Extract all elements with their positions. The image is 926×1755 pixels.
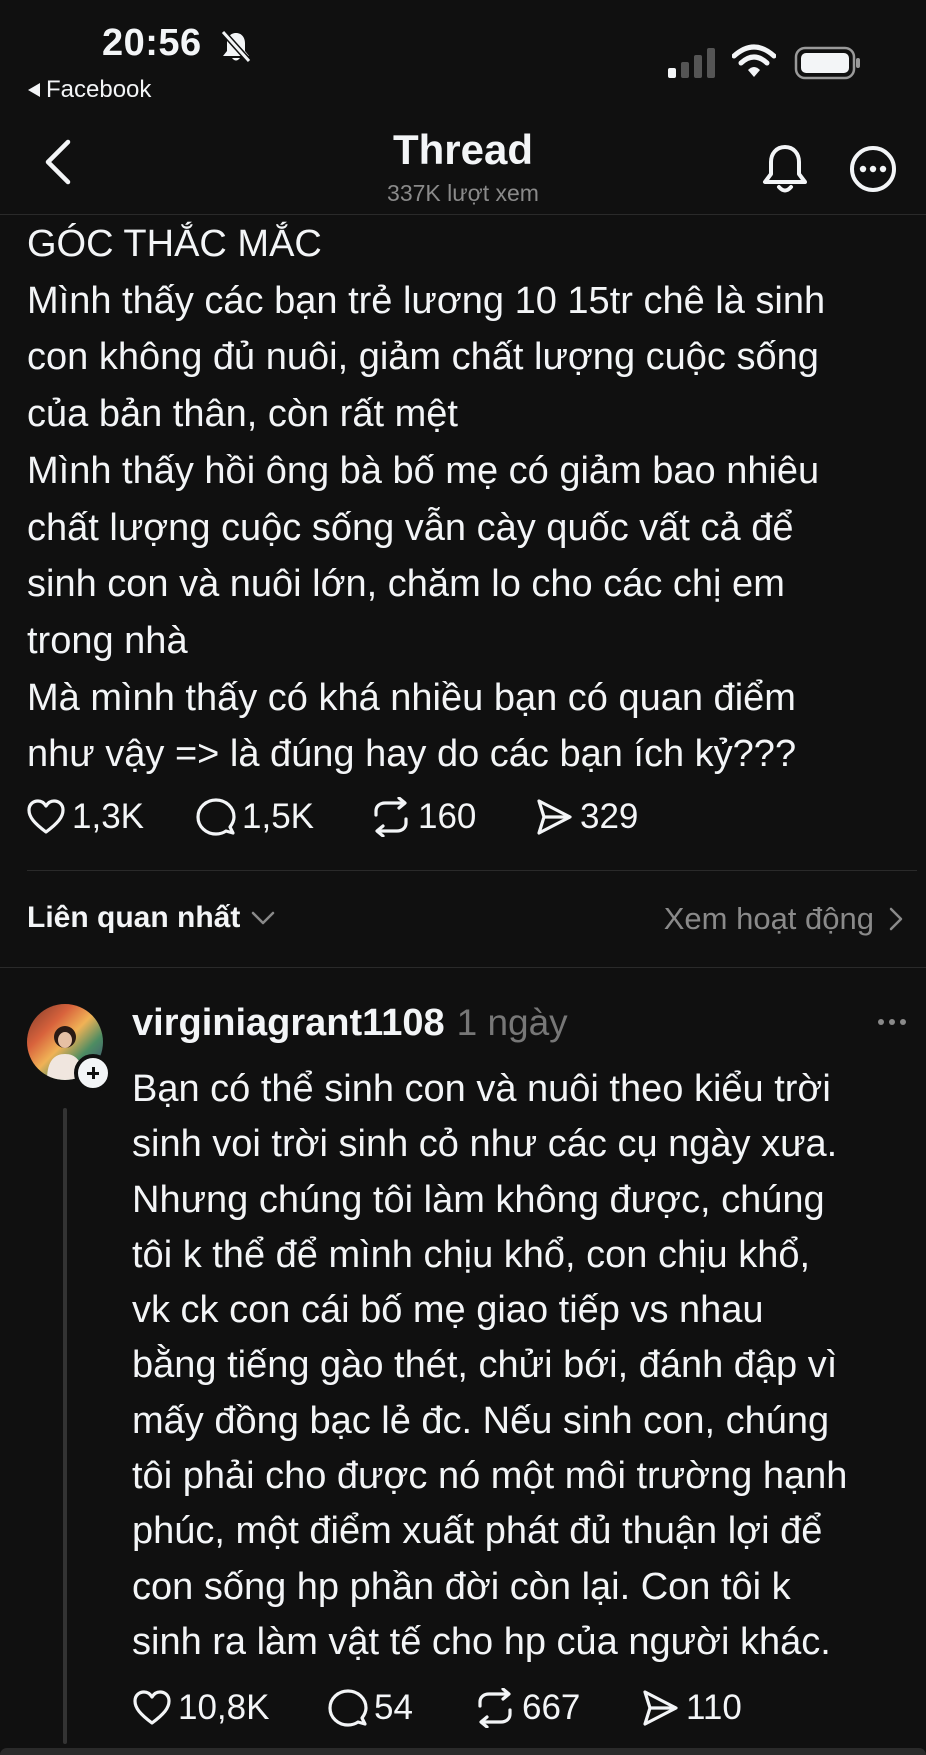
thread-header: Thread 337K lượt xem bbox=[0, 110, 926, 215]
reply-text-line: mấy đồng bạc lẻ đc. Nếu sinh con, chúng bbox=[132, 1399, 830, 1442]
reply-text-line: Nhưng chúng tôi làm không được, chúng bbox=[132, 1178, 825, 1221]
repost-icon bbox=[478, 1688, 512, 1728]
bell-icon[interactable] bbox=[760, 142, 810, 196]
reply-text-line: bằng tiếng gào thét, chửi bới, đánh đập … bbox=[132, 1344, 838, 1387]
comment-button[interactable]: 1,5K bbox=[196, 797, 370, 837]
more-icon[interactable] bbox=[848, 144, 898, 194]
post-text-line: Mình thấy các bạn trẻ lương 10 15tr chê … bbox=[27, 279, 826, 322]
wifi-icon bbox=[732, 44, 776, 77]
reply-actions: 10,8K 54 667 110 bbox=[132, 1688, 742, 1728]
thread-line bbox=[63, 1108, 67, 1744]
status-time: 20:56 bbox=[102, 22, 202, 64]
like-button[interactable]: 1,3K bbox=[26, 797, 196, 837]
post-text-line: sinh con và nuôi lớn, chăm lo cho các ch… bbox=[27, 563, 785, 606]
reply-text-line: Bạn có thể sinh con và nuôi theo kiểu tr… bbox=[132, 1068, 831, 1110]
send-icon bbox=[537, 799, 572, 835]
post-body: GÓC THẮC MẮC Mình thấy các bạn trẻ lương… bbox=[27, 216, 907, 783]
post-text-line: trong nhà bbox=[27, 619, 188, 662]
post-text-line: chất lượng cuộc sống vẫn cày quốc vất cả… bbox=[27, 506, 794, 549]
chevron-right-icon bbox=[889, 907, 903, 931]
reply-text-line: sinh ra làm vật tế cho hp của người khác… bbox=[132, 1620, 831, 1663]
heart-icon bbox=[133, 1690, 171, 1725]
repost-button[interactable]: 160 bbox=[370, 797, 534, 837]
reply-like-button[interactable]: 10,8K bbox=[132, 1688, 328, 1728]
reply-username[interactable]: virginiagrant1108 bbox=[132, 1002, 445, 1045]
reply-text-line: con sống hp phần đời còn lại. Con tôi k bbox=[132, 1565, 791, 1608]
back-app-label: Facebook bbox=[46, 76, 152, 103]
post-text-line: Mà mình thấy có khá nhiều bạn có quan đi… bbox=[27, 676, 796, 719]
status-bar: 20:56 Facebook bbox=[0, 0, 926, 110]
battery-icon bbox=[794, 46, 860, 80]
reply-repost-button[interactable]: 667 bbox=[474, 1688, 640, 1728]
back-to-facebook-link[interactable]: Facebook bbox=[28, 76, 151, 104]
share-button[interactable]: 329 bbox=[534, 797, 638, 837]
send-icon bbox=[643, 1690, 678, 1726]
like-count: 1,3K bbox=[72, 797, 144, 836]
reply-text-line: phúc, một điểm xuất phát đủ thuận lợi để bbox=[132, 1510, 823, 1553]
repost-count: 160 bbox=[418, 797, 477, 836]
post-text-line: của bản thân, còn rất mệt bbox=[27, 393, 458, 436]
reply-comment-count: 54 bbox=[374, 1688, 413, 1727]
reply-share-button[interactable]: 110 bbox=[640, 1688, 742, 1728]
share-count: 329 bbox=[580, 797, 639, 836]
reply-text-line: tôi k thể để mình chịu khổ, con chịu khổ… bbox=[132, 1233, 811, 1276]
post-text-line: như vậy => là đúng hay do các bạn ích kỷ… bbox=[27, 733, 797, 776]
chevron-down-icon bbox=[252, 911, 275, 925]
comment-icon bbox=[196, 798, 236, 836]
reply-timestamp: 1 ngày bbox=[456, 1002, 568, 1043]
follow-plus-button[interactable] bbox=[74, 1054, 112, 1092]
bell-off-icon bbox=[220, 30, 252, 64]
sort-bar: Liên quan nhất Xem hoạt động bbox=[0, 871, 926, 968]
repost-icon bbox=[374, 797, 408, 837]
post-actions: 1,3K 1,5K 160 329 bbox=[26, 797, 638, 837]
view-activity-label: Xem hoạt động bbox=[663, 901, 874, 936]
back-triangle-icon bbox=[28, 83, 40, 97]
heart-icon bbox=[27, 799, 65, 834]
next-item-edge bbox=[0, 1748, 926, 1755]
reply-repost-count: 667 bbox=[522, 1688, 581, 1727]
reply-like-count: 10,8K bbox=[178, 1688, 270, 1727]
reply-text-line: vk ck con cái bố mẹ giao tiếp vs nhau bbox=[132, 1289, 764, 1332]
view-activity-link[interactable]: Xem hoạt động bbox=[664, 901, 904, 937]
reply-text-line: sinh voi trời sinh cỏ như các cụ ngày xư… bbox=[132, 1123, 838, 1166]
reply-share-count: 110 bbox=[686, 1688, 742, 1727]
signal-icon bbox=[668, 48, 715, 78]
reply-body: Bạn có thể sinh con và nuôi theo kiểu tr… bbox=[132, 1062, 912, 1670]
sort-dropdown[interactable]: Liên quan nhất bbox=[27, 901, 276, 935]
comment-icon bbox=[328, 1689, 368, 1727]
sort-label: Liên quan nhất bbox=[27, 901, 241, 934]
reply-text-line: tôi phải cho được nó một môi trường hạnh bbox=[132, 1455, 848, 1498]
reply-comment-button[interactable]: 54 bbox=[328, 1688, 474, 1728]
comment-count: 1,5K bbox=[242, 797, 314, 836]
post-text-line: con không đủ nuôi, giảm chất lượng cuộc … bbox=[27, 336, 819, 379]
reply-more-icon[interactable] bbox=[876, 1012, 908, 1032]
post-text-line: Mình thấy hồi ông bà bố mẹ có giảm bao n… bbox=[27, 449, 820, 492]
reply-header: virginiagrant1108 1 ngày bbox=[132, 1002, 568, 1045]
post-text-line: GÓC THẮC MẮC bbox=[27, 223, 322, 265]
